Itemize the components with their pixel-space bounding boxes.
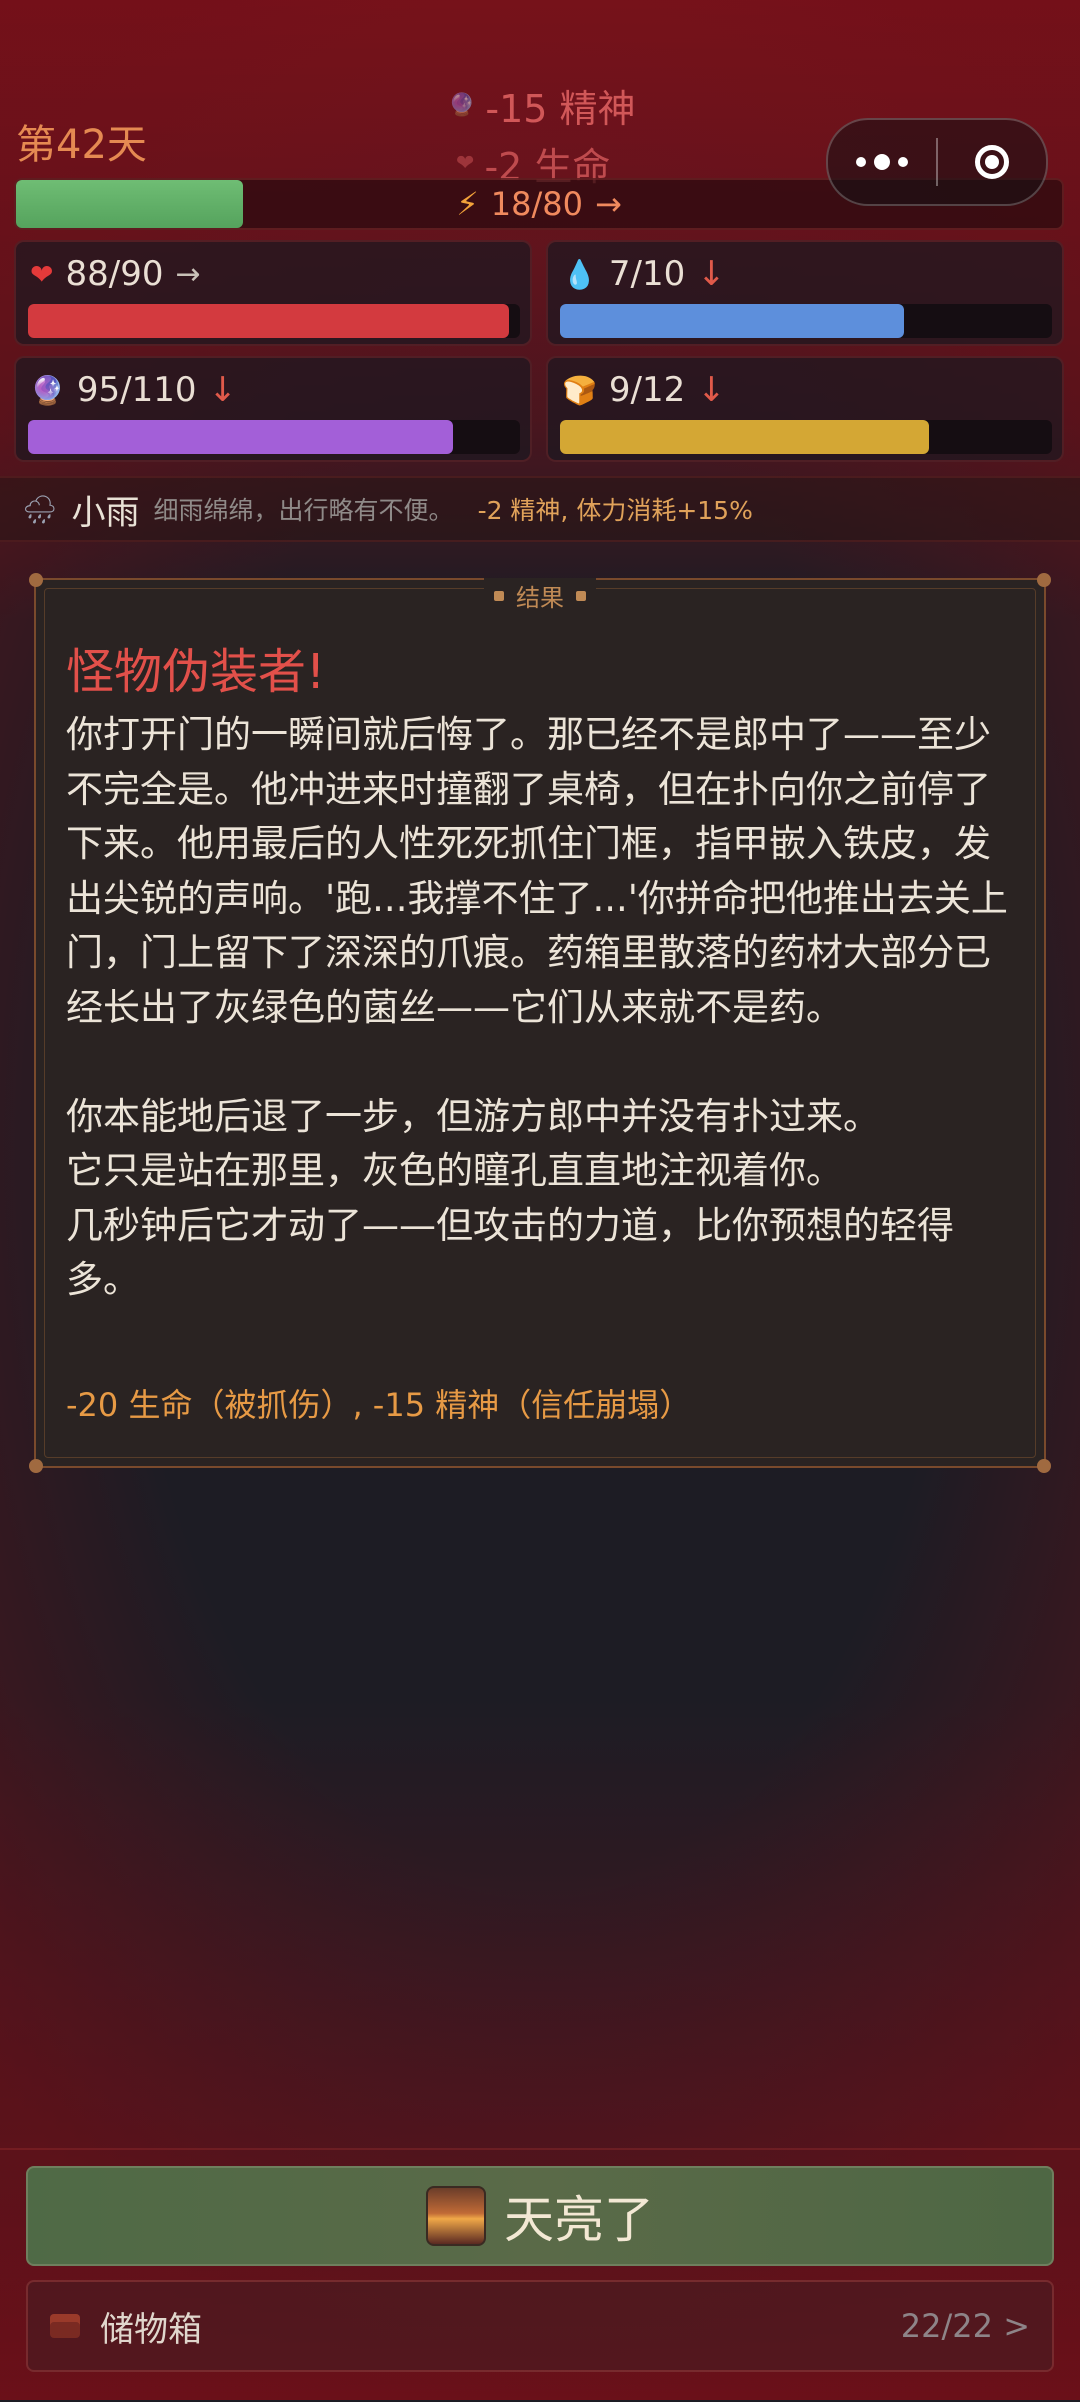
result-heading: 怪物伪装者! [66, 644, 326, 700]
food-trend: ↓ [697, 370, 726, 410]
stat-card-spirit: 🔮 95/110 ↓ [14, 356, 532, 462]
health-bar [28, 304, 520, 338]
stat-card-health: ❤ 88/90 → [14, 240, 532, 346]
chest-icon [50, 2314, 80, 2338]
close-button[interactable] [938, 120, 1046, 204]
dawn-button-label: 天亮了 [504, 2191, 654, 2249]
more-icon [856, 157, 866, 167]
panel-corner [29, 1459, 43, 1473]
title-ornament [494, 590, 504, 601]
water-value: 7/10 [608, 254, 686, 294]
day-counter: 第42天 [16, 122, 147, 168]
health-trend: → [175, 256, 201, 292]
floating-effect-spirit: 🔮 -15 精神 [448, 78, 636, 133]
panel-corner [1037, 1459, 1051, 1473]
spirit-bar [28, 420, 520, 454]
lightning-icon: ⚡ [456, 185, 479, 223]
weather-effect: -2 精神, 体力消耗+15% [477, 496, 753, 525]
rain-cloud-icon: 🌧 [22, 492, 58, 526]
food-bar-fill [560, 420, 929, 454]
story-paragraph-2: 你本能地后退了一步，但游方郎中并没有扑过来。 它只是站在那里，灰色的瞳孔直直地注… [66, 1094, 954, 1302]
bread-icon: 🍞 [562, 373, 597, 407]
health-value: 88/90 [65, 254, 164, 294]
stat-card-water: 💧 7/10 ↓ [546, 240, 1064, 346]
weather-description: 细雨绵绵，出行略有不便。 [153, 496, 454, 525]
energy-trend: → [594, 185, 622, 223]
miniprogram-capsule [826, 118, 1048, 206]
storage-box-button[interactable]: 储物箱 22/22 > [26, 2280, 1054, 2372]
weather-bar: 🌧 小雨 细雨绵绵，出行略有不便。 -2 精神, 体力消耗+15% [0, 476, 1080, 542]
food-value: 9/12 [608, 370, 686, 410]
more-icon-dot [898, 157, 908, 167]
water-bar [560, 304, 1052, 338]
heart-icon: ❤ [456, 151, 475, 176]
floating-effect-text: -15 精神 [485, 87, 636, 131]
spirit-trend: ↓ [208, 370, 238, 410]
food-bar [560, 420, 1052, 454]
sunrise-icon [426, 2186, 486, 2246]
water-drop-icon: 💧 [562, 257, 597, 291]
panel-corner [29, 573, 43, 587]
more-icon-dot [874, 154, 890, 170]
consequence-text: -20 生命（被抓伤）, -15 精神（信任崩塌） [66, 1386, 692, 1424]
brain-icon: 🔮 [30, 373, 65, 407]
panel-title: 结果 [484, 578, 596, 613]
story-paragraph-1: 你打开门的一瞬间就后悔了。那已经不是郎中了——至少不完全是。他冲进来时撞翻了桌椅… [66, 713, 1008, 1029]
weather-name: 小雨 [71, 492, 140, 533]
storage-count: 22/22 > [900, 2307, 1030, 2345]
panel-corner [1037, 573, 1051, 587]
spirit-bar-fill [28, 420, 454, 454]
panel-title-text: 结果 [516, 584, 564, 612]
close-target-icon [975, 145, 1009, 179]
dawn-button[interactable]: 天亮了 [26, 2166, 1054, 2266]
more-button[interactable] [828, 120, 936, 204]
spirit-value: 95/110 [76, 370, 197, 410]
energy-value: 18/80 [490, 185, 583, 223]
brain-icon: 🔮 [448, 93, 476, 118]
result-panel: 结果 怪物伪装者! 你打开门的一瞬间就后悔了。那已经不是郎中了——至少不完全是。… [29, 573, 1051, 1473]
stat-card-food: 🍞 9/12 ↓ [546, 356, 1064, 462]
water-bar-fill [560, 304, 905, 338]
water-trend: ↓ [697, 254, 726, 294]
story-text: 你打开门的一瞬间就后悔了。那已经不是郎中了——至少不完全是。他冲进来时撞翻了桌椅… [66, 708, 1016, 1308]
heart-icon: ❤ [30, 257, 54, 291]
health-bar-fill [28, 304, 510, 338]
storage-label: 储物箱 [100, 2309, 202, 2350]
title-ornament [576, 590, 586, 601]
